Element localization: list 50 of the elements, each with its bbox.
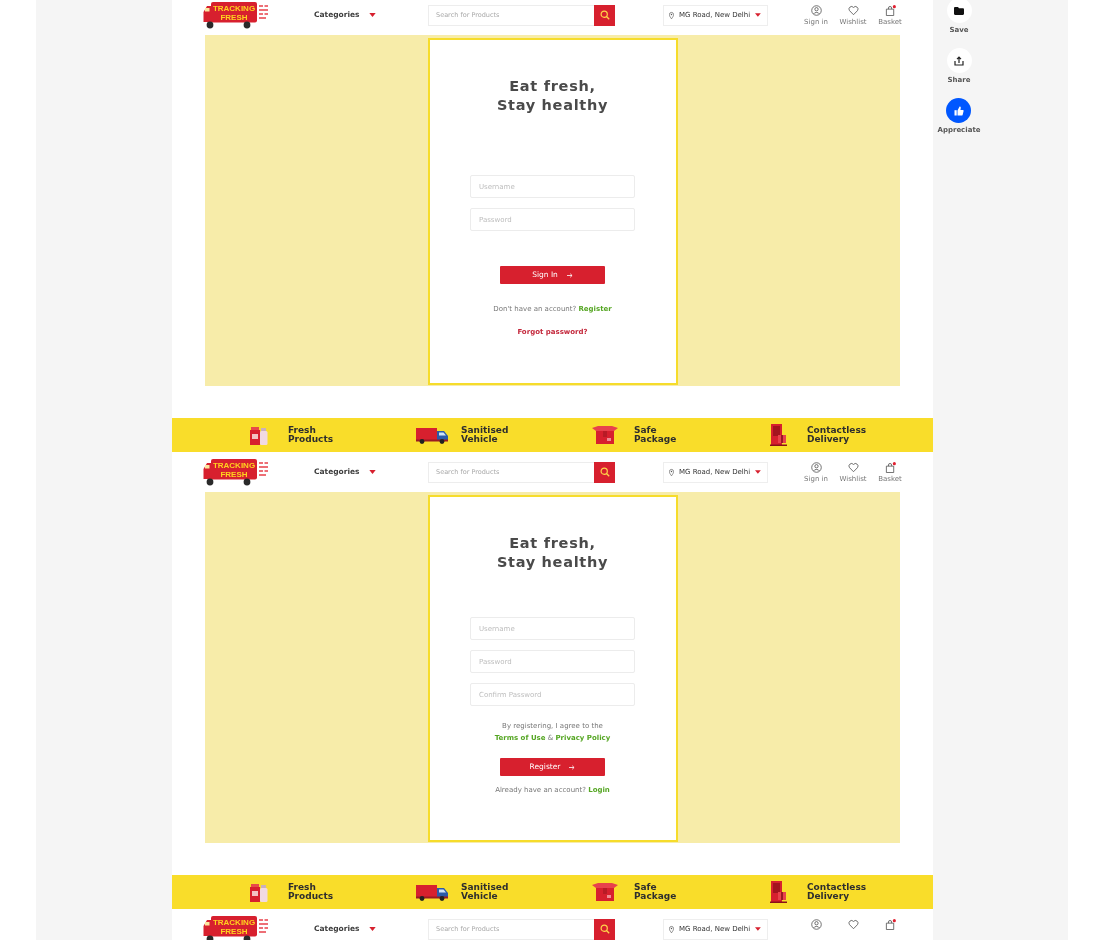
user-icon (810, 5, 822, 16)
heart-icon (847, 462, 859, 473)
open-box-icon (592, 426, 618, 444)
shopping-bag-icon (884, 5, 896, 16)
truck-icon (415, 426, 449, 444)
share-button[interactable] (946, 48, 972, 73)
shopping-bag-icon (884, 462, 896, 473)
save-button[interactable] (946, 0, 972, 23)
caret-icon (755, 470, 761, 474)
heart-icon (847, 5, 859, 16)
grocery-pack-icon (249, 881, 269, 903)
arrow-icon (569, 764, 576, 770)
appreciate-button[interactable] (946, 98, 972, 123)
truck-icon (415, 883, 449, 901)
feature-title: Safe Package (634, 426, 677, 444)
search-icon (599, 10, 610, 20)
door-with-parcel-icon (769, 424, 787, 446)
search-button[interactable] (594, 461, 615, 483)
open-box-icon (592, 883, 618, 901)
caret-icon (369, 927, 376, 931)
caret-icon (369, 13, 376, 17)
feature-title: Fresh Products (288, 426, 334, 444)
feature-title: Contactless Delivery (807, 426, 867, 444)
thumbs-up-icon (954, 105, 964, 116)
arrow-icon (566, 272, 573, 278)
search-icon (599, 924, 610, 934)
map-pin-icon (669, 10, 674, 20)
feature-title: Sanitised Vehicle (461, 883, 509, 901)
feature-title: Contactless Delivery (807, 883, 867, 901)
search-button[interactable] (594, 918, 615, 940)
share-icon (954, 55, 964, 66)
feature-title: Fresh Products (288, 883, 334, 901)
shopping-bag-icon (884, 919, 896, 930)
form-title: Eat fresh, Stay healthy (496, 77, 609, 115)
caret-icon (369, 470, 376, 474)
form-title: Eat fresh, Stay healthy (496, 534, 609, 572)
feature-title: Sanitised Vehicle (461, 426, 509, 444)
search-button[interactable] (594, 4, 615, 26)
door-with-parcel-icon (769, 881, 787, 903)
heart-icon (847, 919, 859, 930)
user-icon (810, 462, 822, 473)
search-icon (599, 467, 610, 477)
caret-icon (755, 927, 761, 931)
map-pin-icon (669, 924, 674, 934)
grocery-pack-icon (249, 424, 269, 446)
feature-title: Safe Package (634, 883, 677, 901)
caret-icon (755, 13, 761, 17)
user-icon (810, 919, 822, 930)
folder-icon (954, 6, 964, 15)
map-pin-icon (669, 467, 674, 477)
